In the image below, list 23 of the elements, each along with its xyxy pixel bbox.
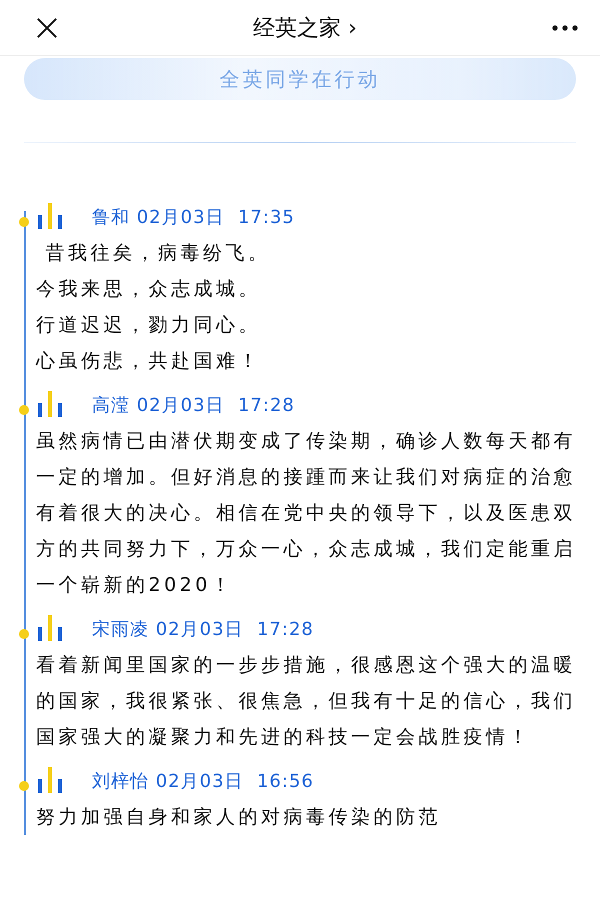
bar-chart-icon — [38, 615, 62, 641]
post-meta: 鲁和 02月03日 17:35 — [92, 207, 295, 229]
post-text: 行道迟迟，勠力同心。 — [36, 313, 262, 338]
timeline-dot — [19, 781, 29, 791]
timeline-dot — [19, 405, 29, 415]
post-text: 昔我往矣，病毒纷飞。 — [44, 241, 272, 266]
timeline-dot — [19, 217, 29, 227]
page-title[interactable]: 经英之家 › — [253, 12, 357, 42]
post-text: 努力加强自身和家人的对病毒传染的防范 — [36, 805, 442, 830]
more-icon[interactable] — [552, 24, 578, 30]
post-text: 心虽伤悲，共赴国难！ — [36, 349, 262, 374]
post-text: 今我来思，众志成城。 — [36, 277, 262, 302]
bar-chart-icon — [38, 203, 62, 229]
banner-text: 全英同学在行动 — [220, 66, 380, 92]
bar-chart-icon — [38, 767, 62, 793]
post-text: 虽然病情已由潜伏期变成了传染期，确诊人数每天都有一定的增加。但好消息的接踵而来让我们对病症的治愈有着很大的决心。相信在党中央的领导下，以及医患双方的共同努力下，万众一心，众志成城，我们定能重启一个崭新的2020！ — [36, 429, 577, 598]
post-meta: 宋雨凌 02月03日 17:28 — [92, 619, 314, 641]
post-text: 看着新闻里国家的一步步措施，很感恩这个强大的温暖的国家，我很紧张、很焦急，但我有十足的信心，我们国家强大的凝聚力和先进的科技一定会战胜疫情！ — [36, 653, 577, 750]
post-meta: 高滢 02月03日 17:28 — [92, 395, 295, 417]
timeline-dot — [19, 629, 29, 639]
close-icon[interactable] — [36, 16, 58, 38]
post-meta: 刘梓怡 02月03日 16:56 — [92, 771, 314, 793]
bar-chart-icon — [38, 391, 62, 417]
